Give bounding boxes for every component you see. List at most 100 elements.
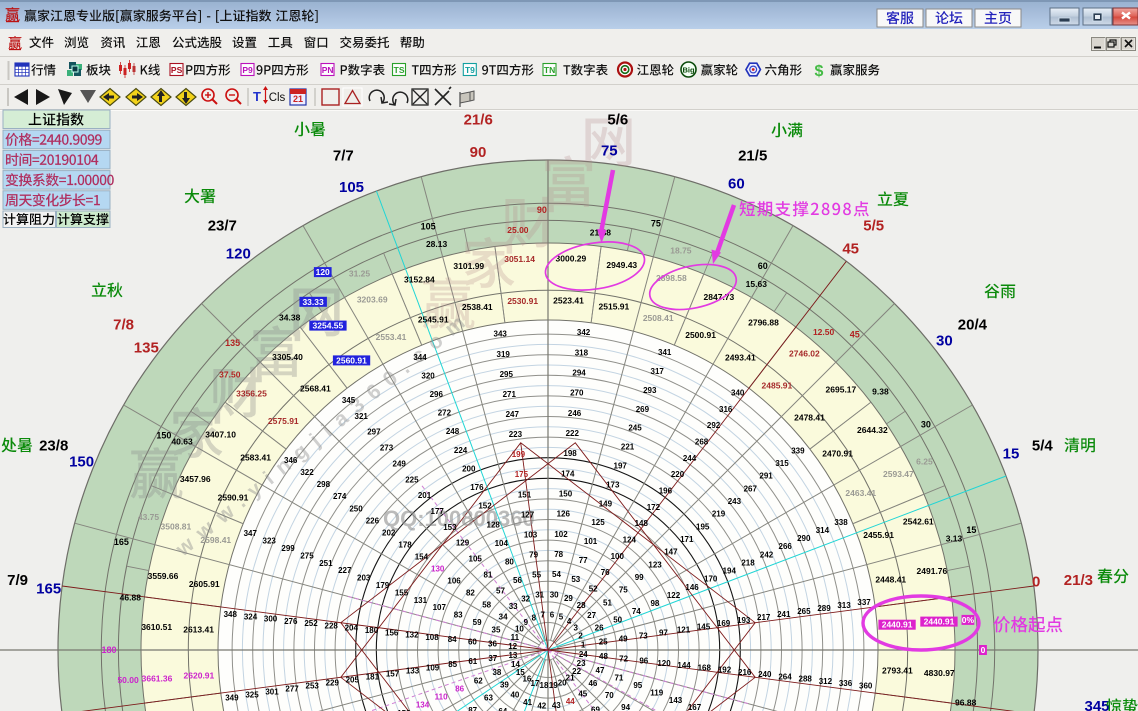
svg-text:322: 322 xyxy=(300,468,314,477)
svg-text:245: 245 xyxy=(628,424,642,433)
svg-text:3: 3 xyxy=(573,624,578,633)
svg-text:165: 165 xyxy=(114,537,129,547)
svg-text:2515.91: 2515.91 xyxy=(599,301,630,311)
svg-text:2470.91: 2470.91 xyxy=(822,449,853,459)
svg-text:205: 205 xyxy=(346,675,360,684)
svg-text:2644.32: 2644.32 xyxy=(857,425,888,435)
svg-text:15: 15 xyxy=(966,525,976,535)
svg-text:2620.91: 2620.91 xyxy=(184,670,215,680)
svg-text:228: 228 xyxy=(325,622,339,631)
svg-text:248: 248 xyxy=(446,427,460,436)
svg-text:12.50: 12.50 xyxy=(813,327,835,337)
svg-text:85: 85 xyxy=(448,660,457,669)
svg-text:129: 129 xyxy=(456,539,470,548)
svg-text:45: 45 xyxy=(842,240,859,257)
svg-text:6.25: 6.25 xyxy=(916,457,933,467)
svg-text:86: 86 xyxy=(455,684,464,693)
svg-text:104: 104 xyxy=(495,539,509,548)
svg-text:3254.55: 3254.55 xyxy=(313,321,344,331)
svg-text:33.33: 33.33 xyxy=(302,297,324,307)
svg-text:59: 59 xyxy=(473,618,482,627)
svg-text:165: 165 xyxy=(36,581,61,598)
svg-text:2793.41: 2793.41 xyxy=(882,666,913,676)
svg-text:25.00: 25.00 xyxy=(507,225,529,235)
svg-text:38: 38 xyxy=(492,668,501,677)
svg-text:197: 197 xyxy=(614,462,628,471)
svg-text:60: 60 xyxy=(758,261,768,271)
svg-text:2455.91: 2455.91 xyxy=(863,530,894,540)
svg-text:41: 41 xyxy=(523,698,532,707)
svg-text:300: 300 xyxy=(264,615,278,624)
svg-text:102: 102 xyxy=(554,530,568,539)
svg-text:2478.41: 2478.41 xyxy=(794,412,825,422)
svg-text:170: 170 xyxy=(704,575,718,584)
svg-text:299: 299 xyxy=(281,544,295,553)
svg-text:40.63: 40.63 xyxy=(171,437,193,447)
svg-text:342: 342 xyxy=(577,328,591,337)
svg-text:2605.91: 2605.91 xyxy=(189,579,220,589)
svg-text:150: 150 xyxy=(559,490,573,499)
svg-text:120: 120 xyxy=(226,246,251,263)
svg-text:173: 173 xyxy=(606,480,620,489)
svg-text:3305.40: 3305.40 xyxy=(272,352,303,362)
svg-text:69: 69 xyxy=(591,705,600,711)
svg-text:8: 8 xyxy=(532,613,537,622)
svg-text:195: 195 xyxy=(696,522,710,531)
svg-text:150: 150 xyxy=(69,454,94,471)
svg-text:95: 95 xyxy=(633,681,642,690)
svg-text:180: 180 xyxy=(101,645,116,655)
svg-text:20/4: 20/4 xyxy=(958,316,988,333)
svg-text:220: 220 xyxy=(671,470,685,479)
svg-text:90: 90 xyxy=(537,205,547,215)
svg-text:7/9: 7/9 xyxy=(7,572,28,589)
svg-text:106: 106 xyxy=(447,577,461,586)
svg-text:37: 37 xyxy=(488,654,497,663)
svg-text:23/7: 23/7 xyxy=(208,218,237,235)
svg-text:176: 176 xyxy=(470,483,484,492)
svg-text:90: 90 xyxy=(470,144,487,161)
svg-text:153: 153 xyxy=(443,523,457,532)
svg-text:21/6: 21/6 xyxy=(464,112,493,129)
svg-text:31.25: 31.25 xyxy=(349,269,371,279)
svg-text:204: 204 xyxy=(345,624,359,633)
svg-text:177: 177 xyxy=(431,507,445,516)
svg-text:147: 147 xyxy=(664,548,678,557)
svg-text:TN: TN xyxy=(544,65,555,75)
svg-text:2523.41: 2523.41 xyxy=(553,296,584,306)
svg-text:73: 73 xyxy=(639,631,648,640)
svg-text:108: 108 xyxy=(425,633,439,642)
svg-text:124: 124 xyxy=(623,536,637,545)
svg-text:49: 49 xyxy=(619,634,628,643)
svg-text:360: 360 xyxy=(859,681,873,690)
svg-text:125: 125 xyxy=(591,518,605,527)
svg-text:297: 297 xyxy=(367,428,381,437)
svg-text:251: 251 xyxy=(319,559,333,568)
svg-text:120: 120 xyxy=(657,659,671,668)
svg-text:T: T xyxy=(253,89,261,104)
svg-text:2593.47: 2593.47 xyxy=(883,469,914,479)
svg-text:270: 270 xyxy=(570,389,584,398)
svg-text:18.75: 18.75 xyxy=(670,246,692,256)
svg-text:201: 201 xyxy=(418,491,432,500)
svg-text:2553.41: 2553.41 xyxy=(376,332,407,342)
svg-text:221: 221 xyxy=(621,443,635,452)
svg-text:24: 24 xyxy=(579,650,588,659)
svg-text:339: 339 xyxy=(791,446,805,455)
svg-text:3661.36: 3661.36 xyxy=(142,673,173,683)
svg-text:57: 57 xyxy=(496,586,505,595)
svg-text:157: 157 xyxy=(386,669,400,678)
svg-text:265: 265 xyxy=(797,607,811,616)
svg-text:103: 103 xyxy=(524,530,538,539)
svg-text:109: 109 xyxy=(426,663,440,672)
svg-text:60: 60 xyxy=(468,637,477,646)
svg-text:30: 30 xyxy=(550,590,559,599)
svg-text:301: 301 xyxy=(265,688,279,697)
svg-text:154: 154 xyxy=(415,553,429,562)
svg-text:3508.81: 3508.81 xyxy=(161,522,192,532)
svg-text:250: 250 xyxy=(349,504,363,513)
svg-text:$: $ xyxy=(815,63,824,80)
svg-text:217: 217 xyxy=(757,613,771,622)
svg-text:2485.91: 2485.91 xyxy=(762,380,793,390)
svg-text:105: 105 xyxy=(339,179,364,196)
svg-text:60: 60 xyxy=(728,176,745,193)
